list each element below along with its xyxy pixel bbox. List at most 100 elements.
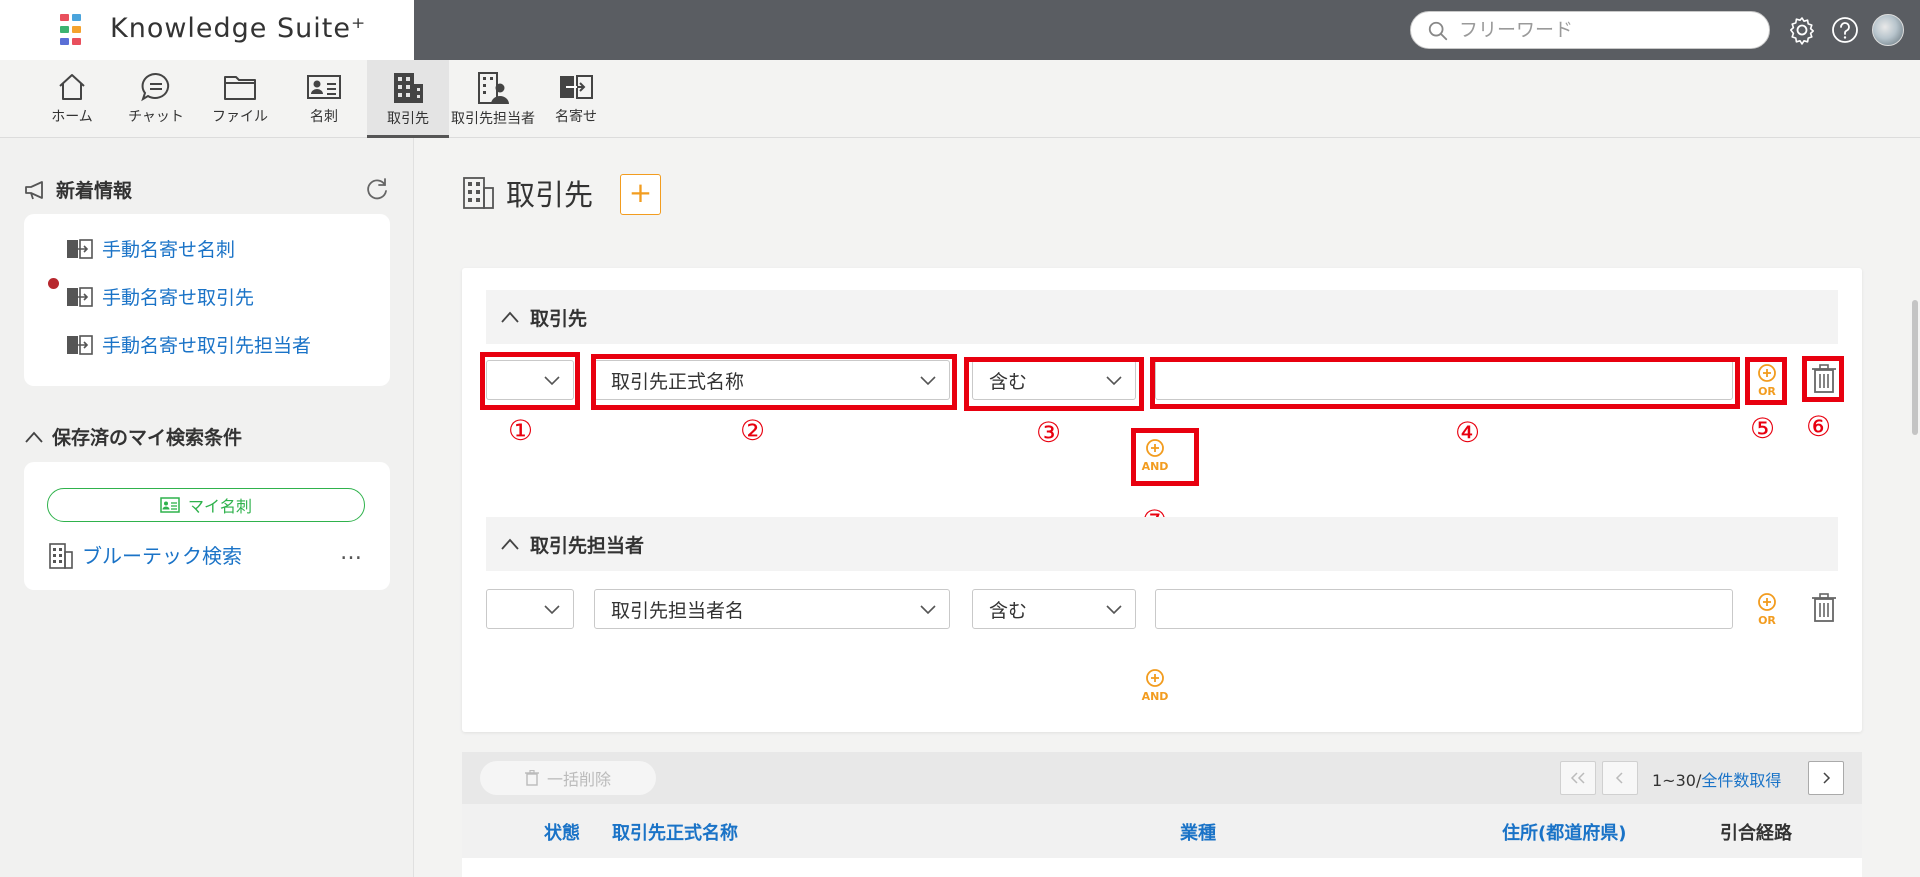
merge-icon: [67, 334, 93, 355]
chevron-up-icon: [501, 311, 519, 323]
delete-condition-button-2[interactable]: [1810, 591, 1838, 625]
field-select-1[interactable]: 取引先正式名称: [594, 360, 950, 400]
app-name: Knowledge Suite⁺: [110, 13, 367, 44]
unread-dot: [48, 278, 59, 289]
nav-file[interactable]: ファイル: [208, 60, 272, 138]
merge-icon: [560, 75, 593, 99]
chevron-down-icon: [1106, 376, 1122, 386]
news-item-meishi[interactable]: 手動名寄せ名刺: [66, 235, 235, 262]
annotation-number-1: ①: [508, 414, 534, 447]
news-item-label: 手動名寄せ名刺: [102, 239, 236, 261]
building-person-icon: [478, 72, 509, 104]
logic-select-1[interactable]: [486, 360, 574, 400]
logic-select-2[interactable]: [486, 589, 574, 629]
operator-select-value: 含む: [989, 599, 1028, 622]
operator-select-2[interactable]: 含む: [972, 589, 1136, 629]
news-title: 新着情報: [56, 180, 133, 202]
section-title: 取引先担当者: [530, 534, 645, 557]
next-page-button[interactable]: [1808, 761, 1844, 795]
annotation-number-4: ④: [1455, 416, 1481, 449]
nav-file-label: ファイル: [212, 109, 268, 125]
building-icon: [394, 73, 423, 103]
saved-search-panel: マイ名刺 ブルーテック検索 …: [24, 462, 390, 590]
saved-search-link[interactable]: ブルーテック検索: [82, 540, 242, 569]
refresh-icon[interactable]: [364, 176, 390, 202]
prev-page-button[interactable]: [1602, 761, 1638, 795]
column-header-prefecture[interactable]: 住所(都道府県): [1502, 819, 1626, 845]
value-input-2[interactable]: [1155, 589, 1733, 629]
merge-icon: [67, 286, 93, 307]
nav-chat[interactable]: チャット: [122, 60, 190, 138]
nav-nayose[interactable]: 名寄せ: [544, 60, 608, 138]
field-select-value: 取引先担当者名: [611, 599, 745, 622]
field-select-value: 取引先正式名称: [611, 370, 745, 393]
gear-icon[interactable]: [1787, 15, 1817, 45]
chevron-left-icon: [1615, 772, 1623, 784]
megaphone-icon: [25, 180, 43, 199]
vertical-scrollbar[interactable]: [1912, 300, 1918, 435]
add-button[interactable]: +: [620, 174, 661, 215]
nav-tantousha[interactable]: 取引先担当者: [450, 60, 536, 138]
add-or-condition-button-1[interactable]: OR: [1752, 363, 1782, 399]
app-navigation: ホーム チャット ファイル 名刺 取引先 取引先担当者 名寄せ: [0, 60, 1920, 138]
help-icon[interactable]: [1830, 15, 1860, 45]
column-header-name[interactable]: 取引先正式名称: [612, 819, 738, 845]
more-options-button[interactable]: …: [340, 540, 363, 565]
field-select-2[interactable]: 取引先担当者名: [594, 589, 950, 629]
home-icon: [59, 74, 85, 100]
section-title: 取引先: [530, 307, 588, 330]
top-bar: Knowledge Suite⁺: [0, 0, 1920, 60]
news-item-tantousha[interactable]: 手動名寄せ取引先担当者: [66, 331, 311, 358]
section-torihikisaki-header[interactable]: 取引先: [486, 290, 1838, 344]
pagination-range: 1~30/: [1652, 771, 1702, 790]
chevron-up-icon: [501, 538, 519, 550]
news-item-label: 手動名寄せ取引先担当者: [102, 335, 312, 357]
section-tantousha-header[interactable]: 取引先担当者: [486, 517, 1838, 571]
search-icon: [1428, 21, 1448, 41]
value-input-1[interactable]: [1155, 360, 1733, 400]
my-card-button[interactable]: マイ名刺: [47, 488, 365, 522]
nav-meishi[interactable]: 名刺: [292, 60, 356, 138]
business-card-icon: [307, 75, 341, 99]
bulk-delete-label: 一括削除: [546, 770, 611, 789]
add-or-condition-button-2[interactable]: OR: [1752, 592, 1782, 628]
nav-torihikisaki-label: 取引先: [387, 111, 429, 127]
merge-icon: [67, 238, 93, 259]
left-sidebar: 新着情報 手動名寄せ名刺 手動名寄せ取引先 手動名寄せ取引先担当者 保存済のマイ…: [0, 138, 414, 877]
news-item-torihikisaki[interactable]: 手動名寄せ取引先: [66, 283, 254, 310]
nav-home[interactable]: ホーム: [40, 60, 104, 138]
news-item-label: 手動名寄せ取引先: [102, 287, 255, 309]
get-total-count-link[interactable]: 全件数取得: [1701, 771, 1781, 790]
page-header: 取引先: [462, 172, 593, 214]
or-label: OR: [1758, 385, 1776, 398]
annotation-number-6: ⑥: [1806, 410, 1832, 443]
annotation-number-5: ⑤: [1750, 412, 1776, 445]
results-table-body: [462, 858, 1862, 877]
column-header-industry[interactable]: 業種: [1180, 819, 1216, 845]
annotation-number-2: ②: [740, 414, 766, 447]
bulk-delete-button[interactable]: 一括削除: [480, 761, 656, 795]
saved-search-header[interactable]: 保存済のマイ検索条件: [24, 423, 242, 450]
column-header-lead-source: 引合経路: [1720, 823, 1792, 844]
chat-icon: [141, 72, 170, 102]
operator-select-1[interactable]: 含む: [972, 360, 1136, 400]
results-table-header: 状態 取引先正式名称 業種 住所(都道府県) 引合経路: [462, 804, 1862, 858]
my-card-label: マイ名刺: [187, 497, 252, 516]
column-header-status[interactable]: 状態: [544, 819, 580, 845]
brand-area[interactable]: Knowledge Suite⁺: [0, 0, 414, 60]
folder-icon: [224, 76, 256, 100]
search-input[interactable]: [1459, 17, 1749, 43]
pagination-info: 1~30/全件数取得: [1652, 767, 1781, 791]
nav-chat-label: チャット: [128, 109, 184, 125]
first-page-button[interactable]: [1560, 761, 1596, 795]
chevron-up-icon: [25, 431, 43, 443]
add-and-condition-button-1[interactable]: AND: [1138, 438, 1172, 474]
search-conditions-card: 取引先 取引先正式名称 含む OR AND ① ② ③ ④ ⑤ ⑥ ⑦ 取引先担…: [462, 268, 1862, 732]
delete-condition-button-1[interactable]: [1810, 362, 1838, 396]
user-avatar[interactable]: [1872, 14, 1904, 46]
search-box[interactable]: [1410, 11, 1770, 49]
add-and-condition-button-2[interactable]: AND: [1138, 668, 1172, 704]
chevron-down-icon: [920, 605, 936, 615]
double-chevron-left-icon: [1570, 772, 1585, 784]
nav-torihikisaki[interactable]: 取引先: [367, 60, 449, 138]
